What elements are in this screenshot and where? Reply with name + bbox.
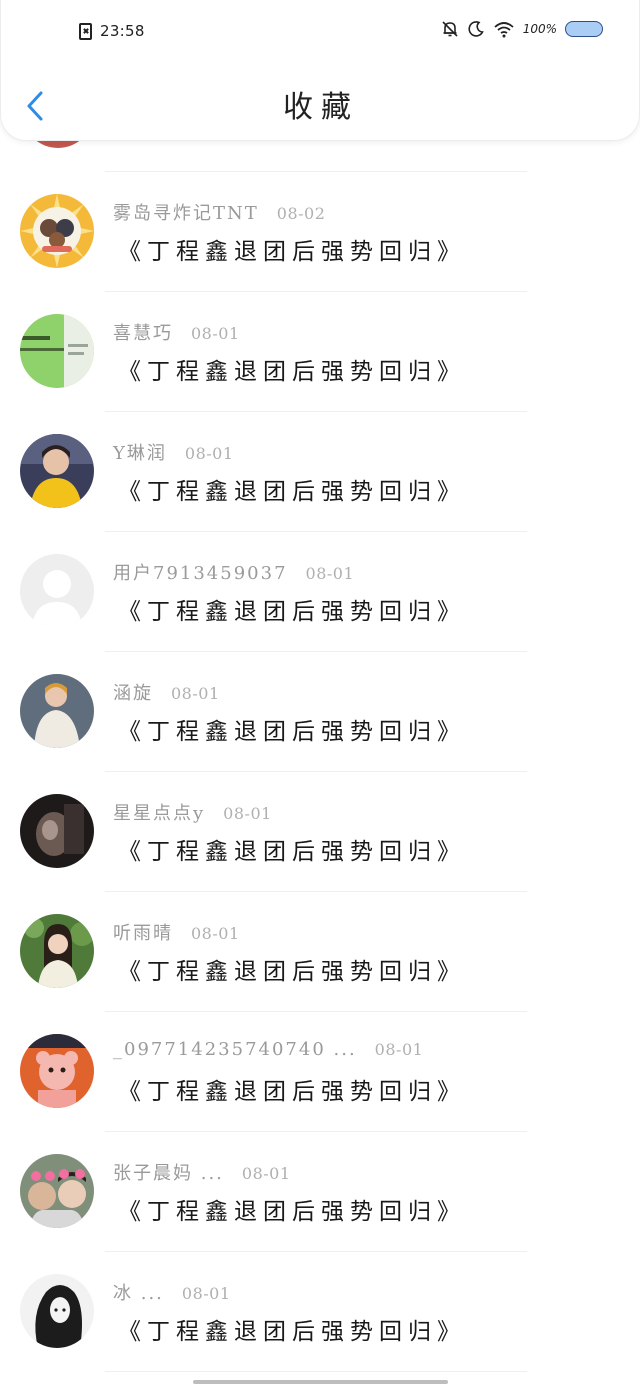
date: 08-02 — [276, 204, 326, 223]
date: 08-01 — [241, 1164, 291, 1183]
username[interactable]: 星星点点y — [113, 799, 205, 825]
username[interactable]: Y琳润 — [113, 439, 167, 465]
item-meta: _097714235740740 ... 08-01 — [113, 1039, 423, 1060]
list-item[interactable]: 雾岛寻炸记TNT 08-02 《丁程鑫退团后强势回归》 — [0, 172, 640, 292]
item-meta: 喜慧巧 08-01 — [113, 319, 240, 345]
item-meta: Y琳润 08-01 — [113, 439, 234, 465]
item-content[interactable]: 《丁程鑫退团后强势回归》 — [118, 232, 466, 266]
avatar[interactable] — [20, 314, 94, 388]
list-item[interactable]: 涵旋 08-01 《丁程鑫退团后强势回归》 — [0, 652, 640, 772]
item-meta: 冰 ... 08-01 — [113, 1279, 231, 1305]
item-content[interactable]: 《丁程鑫退团后强势回归》 — [118, 1072, 466, 1106]
avatar[interactable] — [20, 554, 94, 628]
date: 08-01 — [305, 564, 355, 583]
status-right: 100% — [441, 20, 603, 38]
item-meta: 星星点点y 08-01 — [113, 799, 272, 825]
moon-icon — [467, 20, 485, 38]
username[interactable]: 冰 ... — [113, 1279, 164, 1305]
status-left: 23:58 — [79, 22, 145, 40]
item-content[interactable]: 《丁程鑫退团后强势回归》 — [118, 1192, 466, 1226]
username[interactable]: _097714235740740 ... — [113, 1039, 357, 1060]
avatar[interactable] — [20, 674, 94, 748]
item-meta: 张子晨妈 ... 08-01 — [113, 1159, 291, 1185]
list-item[interactable]: 张子晨妈 ... 08-01 《丁程鑫退团后强势回归》 — [0, 1132, 640, 1252]
mute-bell-icon — [441, 20, 459, 38]
list-item[interactable]: _097714235740740 ... 08-01 《丁程鑫退团后强势回归》 — [0, 1012, 640, 1132]
item-content[interactable]: 《丁程鑫退团后强势回归》 — [118, 592, 466, 626]
username[interactable]: 听雨晴 — [113, 919, 173, 945]
status-bar: 23:58 100% — [1, 18, 640, 50]
page-title: 收藏 — [283, 90, 359, 125]
item-meta: 用户7913459037 08-01 — [113, 559, 354, 585]
date: 08-01 — [191, 324, 240, 343]
avatar[interactable] — [20, 914, 94, 988]
date: 08-01 — [184, 444, 234, 463]
item-content[interactable]: 《丁程鑫退团后强势回归》 — [118, 712, 466, 746]
list-item[interactable]: Y琳润 08-01 《丁程鑫退团后强势回归》 — [0, 412, 640, 532]
item-content[interactable]: 《丁程鑫退团后强势回归》 — [118, 832, 466, 866]
item-meta: 涵旋 08-01 — [113, 679, 220, 705]
username[interactable]: 雾岛寻炸记TNT — [113, 199, 259, 225]
date: 08-01 — [171, 684, 220, 703]
avatar[interactable] — [20, 1154, 94, 1228]
item-content[interactable]: 《丁程鑫退团后强势回归》 — [118, 952, 466, 986]
avatar[interactable] — [20, 434, 94, 508]
avatar[interactable] — [20, 194, 94, 268]
avatar[interactable] — [20, 794, 94, 868]
battery-icon — [565, 21, 603, 37]
date: 08-01 — [181, 1284, 231, 1303]
battery-percent: 100% — [522, 22, 557, 36]
username[interactable]: 用户7913459037 — [113, 559, 288, 585]
item-content[interactable]: 《丁程鑫退团后强势回归》 — [118, 472, 466, 506]
list-item[interactable]: 用户7913459037 08-01 《丁程鑫退团后强势回归》 — [0, 532, 640, 652]
date: 08-01 — [191, 924, 240, 943]
username[interactable]: 喜慧巧 — [113, 319, 173, 345]
list-item[interactable]: 听雨晴 08-01 《丁程鑫退团后强势回归》 — [0, 892, 640, 1012]
list-item[interactable]: 星星点点y 08-01 《丁程鑫退团后强势回归》 — [0, 772, 640, 892]
sim-icon — [79, 22, 92, 40]
avatar[interactable] — [20, 1034, 94, 1108]
app-header: 23:58 100% 收藏 — [0, 0, 640, 141]
username[interactable]: 涵旋 — [113, 679, 153, 705]
wifi-icon — [493, 20, 515, 38]
list-item[interactable]: 冰 ... 08-01 《丁程鑫退团后强势回归》 — [0, 1252, 640, 1372]
username[interactable]: 张子晨妈 ... — [113, 1159, 224, 1185]
item-content[interactable]: 《丁程鑫退团后强势回归》 — [118, 1312, 466, 1346]
item-content[interactable]: 《丁程鑫退团后强势回归》 — [118, 352, 466, 386]
date: 08-01 — [223, 804, 272, 823]
home-indicator[interactable] — [193, 1380, 448, 1384]
date: 08-01 — [374, 1040, 424, 1059]
status-time: 23:58 — [100, 22, 145, 40]
avatar[interactable] — [20, 1274, 94, 1348]
list-item[interactable]: 喜慧巧 08-01 《丁程鑫退团后强势回归》 — [0, 292, 640, 412]
item-meta: 雾岛寻炸记TNT 08-02 — [113, 199, 325, 225]
item-meta: 听雨晴 08-01 — [113, 919, 240, 945]
divider — [105, 1371, 527, 1372]
